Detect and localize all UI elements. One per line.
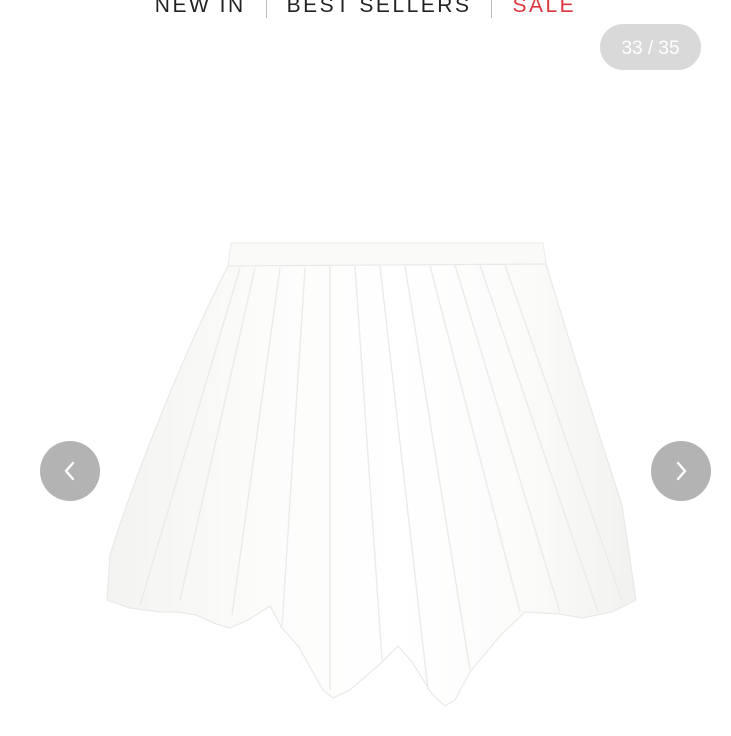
product-image	[106, 242, 637, 707]
next-image-button[interactable]	[651, 441, 711, 501]
product-image-gallery[interactable]: 33 / 35	[0, 0, 731, 731]
chevron-left-icon	[64, 461, 75, 481]
previous-image-button[interactable]	[40, 441, 100, 501]
image-counter: 33 / 35	[600, 24, 701, 70]
chevron-right-icon	[676, 461, 687, 481]
